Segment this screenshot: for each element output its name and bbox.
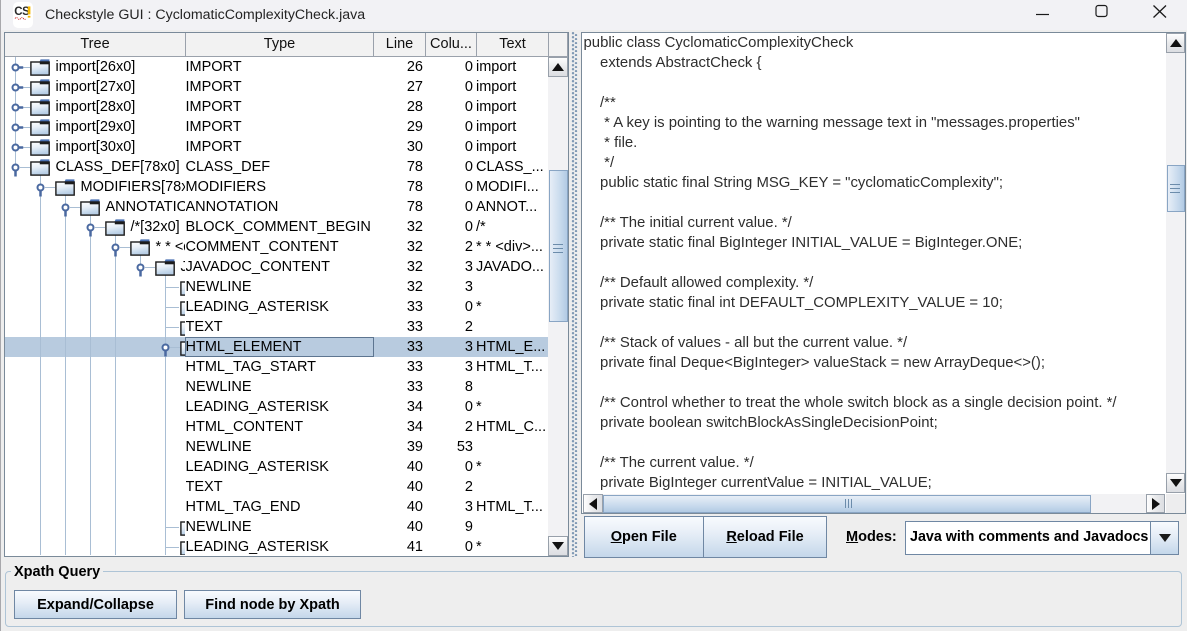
svg-text:CS: CS: [14, 6, 30, 18]
